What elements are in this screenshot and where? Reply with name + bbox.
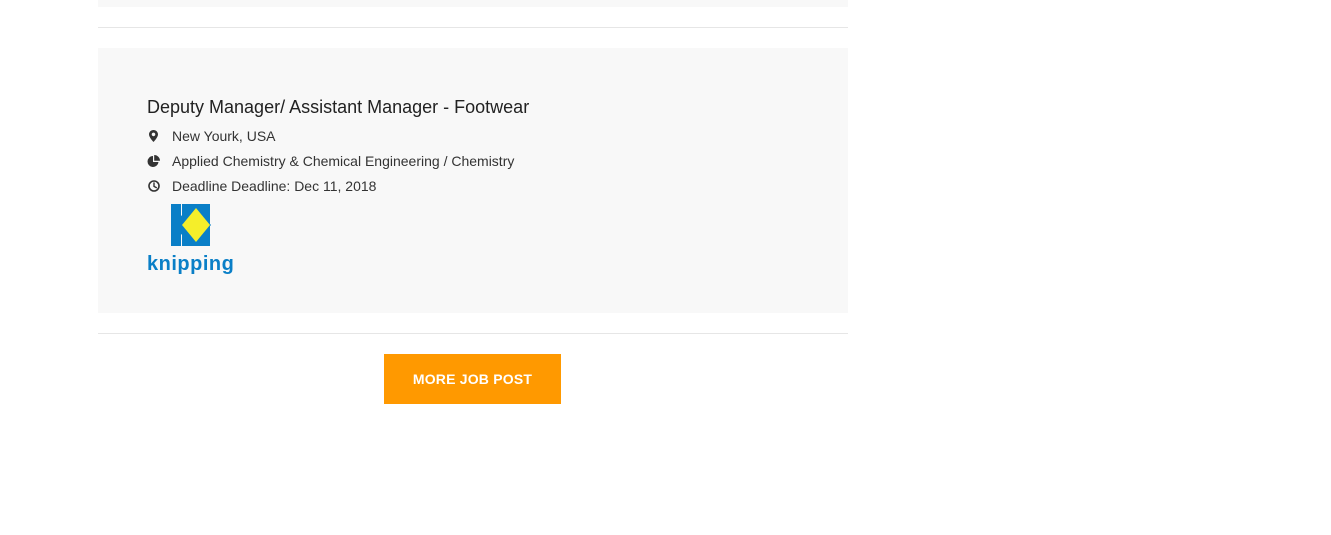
job-location-text: New Yourk, USA xyxy=(172,128,276,144)
pie-chart-icon xyxy=(147,154,160,168)
company-logo[interactable]: knipping xyxy=(147,204,255,275)
previous-job-card xyxy=(98,0,848,7)
job-deadline-text: Deadline Deadline: Dec 11, 2018 xyxy=(172,178,377,194)
job-title[interactable]: Deputy Manager/ Assistant Manager - Foot… xyxy=(147,97,529,118)
company-logo-text: knipping xyxy=(147,253,234,274)
job-location: New Yourk, USA xyxy=(147,127,276,145)
job-category-text: Applied Chemistry & Chemical Engineering… xyxy=(172,153,515,169)
divider xyxy=(98,333,848,334)
divider xyxy=(98,27,848,28)
map-marker-icon xyxy=(147,130,160,143)
job-category: Applied Chemistry & Chemical Engineering… xyxy=(147,152,514,170)
more-job-post-button[interactable]: MORE JOB POST xyxy=(384,354,561,404)
clock-icon xyxy=(147,180,160,193)
job-deadline: Deadline Deadline: Dec 11, 2018 xyxy=(147,177,376,195)
